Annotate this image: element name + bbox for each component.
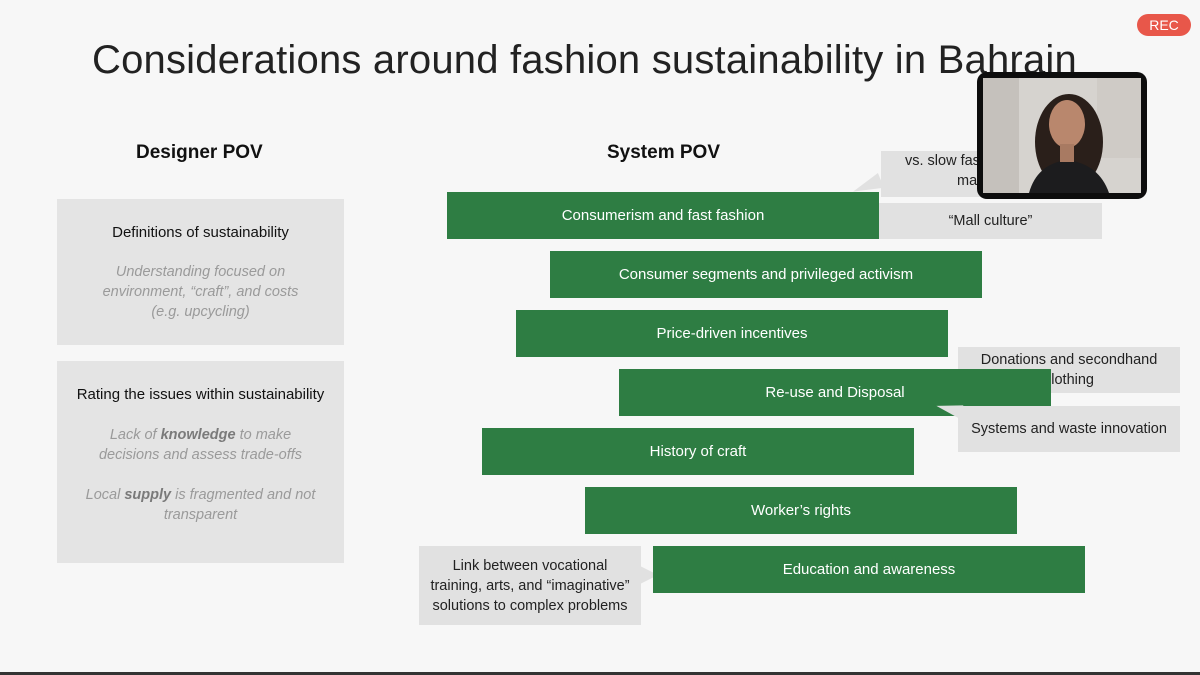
vocational-line-2: training, arts, and “imaginative” <box>430 577 630 594</box>
bar-consumerism: Consumerism and fast fashion <box>447 192 879 239</box>
participant-video-feed-icon <box>983 78 1141 193</box>
bar-education-awareness: Education and awareness <box>653 546 1085 593</box>
rating-issues-heading: Rating the issues within sustainability <box>76 386 325 403</box>
vocational-line-1: Link between vocational <box>452 557 608 574</box>
system-pov-heading: System POV <box>607 142 720 163</box>
bar-history-craft: History of craft <box>482 428 914 475</box>
vocational-line-3: solutions to complex problems <box>432 597 628 614</box>
definitions-heading: Definitions of sustainability <box>112 224 289 241</box>
rating-issues-box: Rating the issues within sustainability … <box>57 361 344 563</box>
knowledge-note: Lack of knowledge to make decisions and … <box>57 425 344 465</box>
knowledge-note-post: to make <box>235 427 292 443</box>
donations-line-2: clothing <box>1044 372 1094 388</box>
knowledge-note-pre: Lack of <box>109 427 161 443</box>
supply-note-post: is fragmented and not <box>171 487 316 503</box>
bar-price-driven: Price-driven incentives <box>516 310 948 357</box>
definitions-note-line-3: (e.g. upcycling) <box>151 304 250 320</box>
supply-note-line-2: transparent <box>163 507 238 523</box>
supply-note-bold: supply <box>124 487 172 503</box>
vocational-callout: Link between vocational training, arts, … <box>419 546 641 625</box>
designer-pov-heading: Designer POV <box>136 142 263 163</box>
definitions-box: Definitions of sustainability Understand… <box>57 199 344 345</box>
definitions-note: Understanding focused on environment, “c… <box>57 262 344 322</box>
systems-waste-callout: Systems and waste innovation <box>958 406 1180 452</box>
donations-line-1: Donations and secondhand <box>980 352 1158 368</box>
recording-badge: REC <box>1137 14 1191 36</box>
slow-fashion-line-1: vs. slow fas <box>905 153 980 169</box>
participant-video-icon[interactable] <box>977 72 1147 199</box>
supply-note: Local supply is fragmented and not trans… <box>57 485 344 525</box>
knowledge-note-bold: knowledge <box>160 427 236 443</box>
knowledge-note-line-2: decisions and assess trade-offs <box>98 447 303 463</box>
bar-workers-rights: Worker’s rights <box>585 487 1017 534</box>
supply-note-pre: Local <box>85 487 125 503</box>
slide-title: Considerations around fashion sustainabi… <box>92 38 1077 82</box>
definitions-note-line-1: Understanding focused on <box>115 264 286 280</box>
slow-fashion-line-2: mat <box>957 173 982 189</box>
mall-culture-callout: “Mall culture” <box>879 203 1102 239</box>
definitions-note-line-2: environment, “craft”, and costs <box>102 284 299 300</box>
bar-consumer-segments: Consumer segments and privileged activis… <box>550 251 982 298</box>
